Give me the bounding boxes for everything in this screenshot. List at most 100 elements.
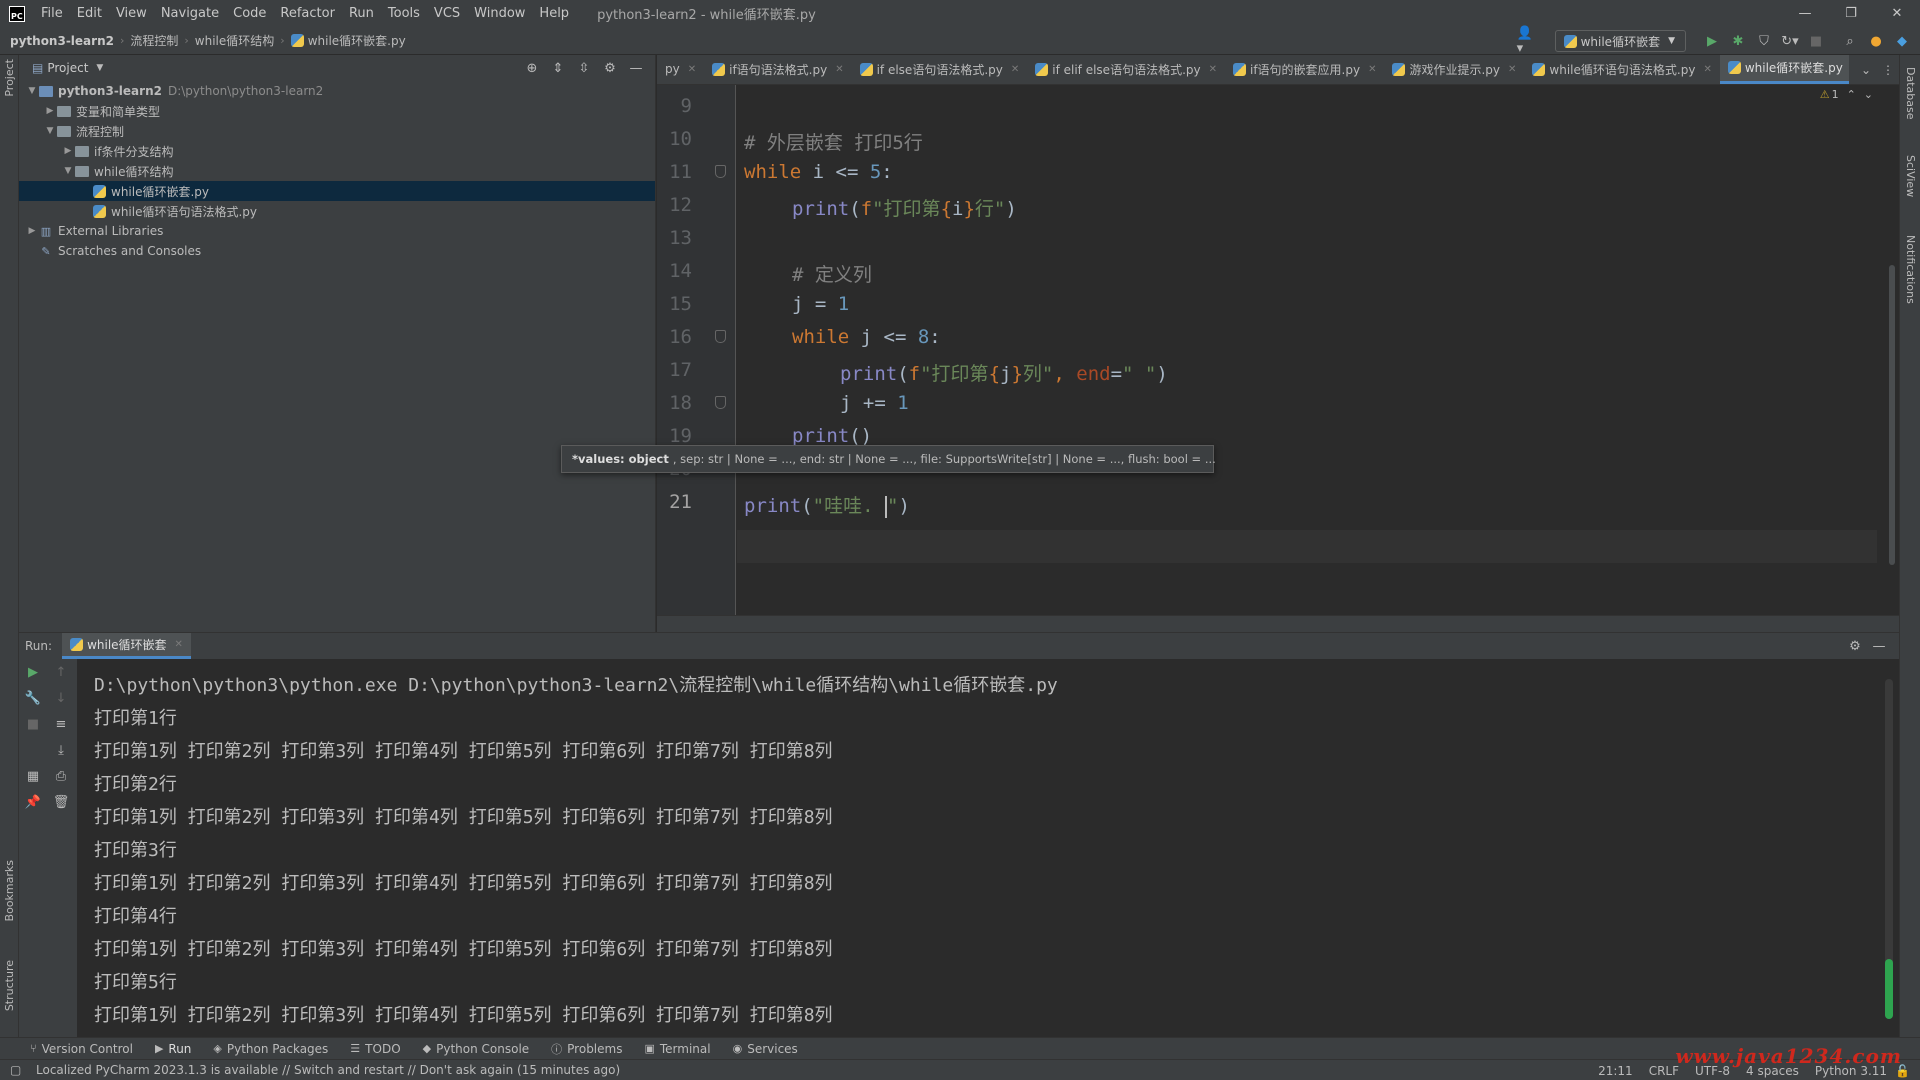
- fold-marker-icon[interactable]: [715, 396, 726, 409]
- editor-tab[interactable]: 游戏作业提示.py ✕: [1384, 55, 1524, 84]
- chevron-right-icon[interactable]: ▶: [25, 226, 39, 236]
- tree-item[interactable]: ▼ 流程控制: [19, 121, 655, 141]
- fold-marker-icon[interactable]: [715, 165, 726, 178]
- chevron-down-icon[interactable]: ⌄: [1855, 63, 1877, 77]
- close-icon[interactable]: ✕: [1011, 64, 1019, 75]
- structure-tool-button[interactable]: Structure: [3, 960, 16, 1011]
- close-icon[interactable]: ✕: [688, 64, 696, 75]
- update-icon[interactable]: ●: [1864, 29, 1888, 53]
- sciview-tool-button[interactable]: SciView: [1904, 155, 1917, 197]
- stop-icon[interactable]: ■: [1804, 29, 1828, 53]
- project-panel-title[interactable]: Project: [47, 61, 88, 75]
- editor-vertical-scrollbar[interactable]: [1885, 85, 1899, 615]
- restore-button[interactable]: ❐: [1828, 0, 1874, 27]
- menu-run[interactable]: Run: [349, 6, 374, 21]
- gear-icon[interactable]: ⚙: [1843, 639, 1867, 654]
- expand-all-icon[interactable]: ⇕: [545, 61, 571, 76]
- status-message[interactable]: Localized PyCharm 2023.1.3 is available …: [36, 1063, 620, 1077]
- chevron-right-icon[interactable]: ▶: [43, 106, 57, 116]
- editor-horizontal-scrollbar[interactable]: [657, 615, 1899, 632]
- run-tab[interactable]: while循环嵌套 ✕: [62, 633, 191, 659]
- more-options-icon[interactable]: ⋮: [1877, 63, 1899, 77]
- breadcrumb-file[interactable]: while循环嵌套.py: [308, 32, 406, 49]
- run-configuration-select[interactable]: while循环嵌套 ▼: [1554, 30, 1686, 52]
- menu-file[interactable]: File: [41, 6, 63, 21]
- rerun-icon[interactable]: ▶: [23, 665, 43, 680]
- debug-icon[interactable]: ✱: [1726, 29, 1750, 53]
- layout-icon[interactable]: ▦: [23, 769, 43, 784]
- run-icon[interactable]: ▶: [1700, 29, 1724, 53]
- menu-help[interactable]: Help: [539, 6, 569, 21]
- tool-window-terminal[interactable]: ▣ Terminal: [644, 1042, 710, 1056]
- breadcrumb-project[interactable]: python3-learn2: [10, 34, 114, 48]
- menu-refactor[interactable]: Refactor: [280, 6, 335, 21]
- tree-item[interactable]: ▶ 变量和简单类型: [19, 101, 655, 121]
- notifications-tool-button[interactable]: Notifications: [1904, 235, 1917, 304]
- tree-item[interactable]: ▶ if条件分支结构: [19, 141, 655, 161]
- tree-item[interactable]: ▼ while循环结构: [19, 161, 655, 181]
- console-scrollbar[interactable]: [1885, 679, 1893, 1019]
- editor-tab[interactable]: if语句的嵌套应用.py ✕: [1225, 55, 1384, 84]
- tool-window-run[interactable]: ▶ Run: [155, 1042, 191, 1056]
- console-output[interactable]: D:\python\python3\python.exe D:\python\p…: [77, 659, 1899, 1038]
- collapse-all-icon[interactable]: ⇳: [571, 61, 597, 76]
- database-tool-button[interactable]: Database: [1904, 67, 1917, 120]
- editor-tab[interactable]: py ✕: [657, 55, 704, 84]
- next-highlight-icon[interactable]: ⌄: [1864, 88, 1873, 101]
- menu-vcs[interactable]: VCS: [434, 6, 460, 21]
- search-icon[interactable]: ⌕: [1838, 29, 1862, 53]
- locate-file-icon[interactable]: ⊕: [519, 61, 545, 76]
- editor-tab[interactable]: while循环语句语法格式.py ✕: [1524, 55, 1719, 84]
- chevron-down-icon[interactable]: ▼: [96, 63, 103, 73]
- caret-position[interactable]: 21:11: [1598, 1064, 1633, 1078]
- tool-window-version-control[interactable]: ⑂ Version Control: [30, 1042, 133, 1056]
- fold-marker-icon[interactable]: [715, 330, 726, 343]
- menu-navigate[interactable]: Navigate: [161, 6, 219, 21]
- jetbrains-icon[interactable]: ◆: [1890, 29, 1914, 53]
- tree-item[interactable]: ▶ ▥ External Libraries: [19, 221, 655, 241]
- menu-edit[interactable]: Edit: [77, 6, 102, 21]
- hide-panel-icon[interactable]: —: [623, 61, 649, 76]
- user-icon[interactable]: 👤▾: [1517, 26, 1539, 56]
- close-icon[interactable]: ✕: [1703, 64, 1711, 75]
- close-window-button[interactable]: ✕: [1874, 0, 1920, 27]
- coverage-icon[interactable]: ⛉: [1752, 29, 1776, 53]
- project-tool-button[interactable]: Project: [3, 59, 16, 97]
- inspection-widget[interactable]: ⚠ 1 ⌃ ⌄: [1812, 88, 1873, 101]
- chevron-down-icon[interactable]: ▼: [25, 86, 39, 96]
- menu-code[interactable]: Code: [233, 6, 266, 21]
- editor-tab[interactable]: while循环嵌套.py✕: [1719, 55, 1868, 84]
- scrollbar-thumb[interactable]: [1889, 265, 1895, 565]
- minimize-button[interactable]: —: [1782, 0, 1828, 27]
- tree-item[interactable]: while循环嵌套.py: [19, 181, 655, 201]
- close-icon[interactable]: ✕: [175, 639, 183, 650]
- profile-icon[interactable]: ↻▾: [1778, 29, 1802, 53]
- chevron-down-icon[interactable]: ▼: [61, 166, 75, 176]
- close-icon[interactable]: ✕: [1508, 64, 1516, 75]
- menu-tools[interactable]: Tools: [388, 6, 420, 21]
- chevron-down-icon[interactable]: ▼: [43, 126, 57, 136]
- menu-window[interactable]: Window: [474, 6, 525, 21]
- wrench-icon[interactable]: 🔧: [23, 691, 43, 706]
- tool-window-services[interactable]: ◉ Services: [733, 1042, 798, 1056]
- print-icon[interactable]: ⎙: [51, 769, 71, 784]
- arrow-down-icon[interactable]: ↓: [51, 691, 71, 706]
- tool-window-python-packages[interactable]: ◈ Python Packages: [213, 1042, 328, 1056]
- tree-item[interactable]: ▼ python3-learn2 D:\python\python3-learn2: [19, 81, 655, 101]
- menu-view[interactable]: View: [116, 6, 147, 21]
- scrollbar-thumb[interactable]: [1885, 959, 1893, 1019]
- tree-item[interactable]: ✎ Scratches and Consoles: [19, 241, 655, 261]
- breadcrumb-folder-flow[interactable]: 流程控制: [130, 32, 178, 49]
- trash-icon[interactable]: 🗑: [51, 795, 71, 810]
- gear-icon[interactable]: ⚙: [597, 61, 623, 76]
- bookmarks-tool-button[interactable]: Bookmarks: [3, 860, 16, 921]
- editor-tab[interactable]: if else语句语法格式.py ✕: [852, 55, 1028, 84]
- close-icon[interactable]: ✕: [1368, 64, 1376, 75]
- soft-wrap-icon[interactable]: ≡: [51, 717, 71, 732]
- tool-window-todo[interactable]: ☰ TODO: [350, 1042, 400, 1056]
- pin-icon[interactable]: 📌: [23, 795, 43, 810]
- editor-tab[interactable]: if elif else语句语法格式.py ✕: [1027, 55, 1225, 84]
- tree-item[interactable]: while循环语句语法格式.py: [19, 201, 655, 221]
- editor-tab[interactable]: if语句语法格式.py ✕: [704, 55, 851, 84]
- close-icon[interactable]: ✕: [1209, 64, 1217, 75]
